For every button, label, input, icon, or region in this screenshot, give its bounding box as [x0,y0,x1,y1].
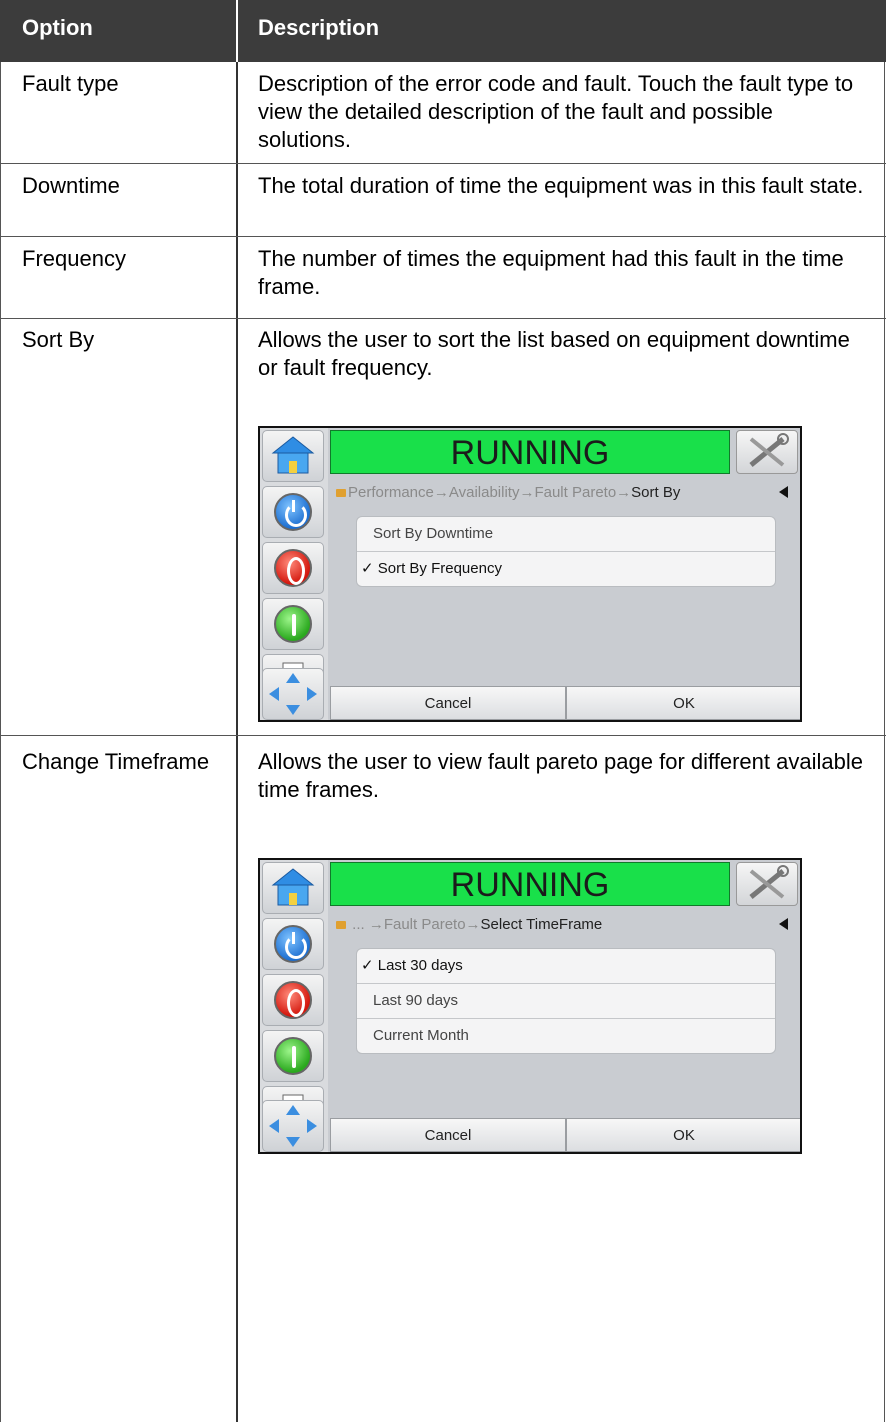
row-description-frequency: The number of times the equipment had th… [258,246,844,299]
power-icon [274,925,312,963]
row-option-change-timeframe: Change Timeframe [22,749,210,774]
lock-icon [336,921,346,930]
row-option-downtime: Downtime [22,173,120,198]
side-toolbar [260,428,328,720]
start-icon [274,1037,312,1075]
stop-button[interactable] [262,542,324,594]
row-description-fault-type: Description of the error code and fault.… [258,71,854,152]
ok-button[interactable]: OK [566,686,800,720]
home-button[interactable] [262,430,324,482]
header-option: Option [22,15,93,40]
row-description-sort-by: Allows the user to sort the list based o… [258,327,850,380]
power-button[interactable] [262,486,324,538]
stop-icon [274,549,312,587]
status-bar: RUNNING [330,430,730,474]
cancel-button[interactable]: Cancel [330,1118,566,1152]
list-item[interactable]: ✓ Sort By Frequency [357,552,775,586]
navigation-button[interactable] [262,668,324,720]
list-item[interactable]: Last 90 days [357,984,775,1019]
home-button[interactable] [262,862,324,914]
cancel-button[interactable]: Cancel [330,686,566,720]
ok-button[interactable]: OK [566,1118,800,1152]
wrench-screwdriver-icon [749,433,789,467]
navigation-arrows-icon [269,673,317,715]
start-icon [274,605,312,643]
tools-button[interactable] [736,430,798,474]
side-toolbar [260,860,328,1152]
list-item[interactable]: ✓ Last 30 days [357,949,775,984]
row-option-sort-by: Sort By [22,327,95,352]
wrench-screwdriver-icon [749,865,789,899]
start-button[interactable] [262,598,324,650]
home-icon [271,868,315,906]
breadcrumb: Performance→Availability→Fault Pareto→So… [336,484,776,501]
status-bar: RUNNING [330,862,730,906]
list-item[interactable]: Sort By Downtime [357,517,775,552]
table-header: Option Description [0,0,886,62]
home-icon [271,436,315,474]
breadcrumb: ... →Fault Pareto→Select TimeFrame [336,916,776,933]
stop-button[interactable] [262,974,324,1026]
footer-buttons: Cancel OK [330,686,800,720]
back-arrow-icon[interactable] [779,486,788,498]
navigation-button[interactable] [262,1100,324,1152]
option-list: Sort By Downtime ✓ Sort By Frequency [356,516,776,587]
option-list: ✓ Last 30 days Last 90 days Current Mont… [356,948,776,1054]
stop-icon [274,981,312,1019]
header-description: Description [258,15,380,40]
navigation-arrows-icon [269,1105,317,1147]
start-button[interactable] [262,1030,324,1082]
footer-buttons: Cancel OK [330,1118,800,1152]
lock-icon [336,489,346,498]
row-option-fault-type: Fault type [22,71,119,96]
tools-button[interactable] [736,862,798,906]
row-description-downtime: The total duration of time the equipment… [258,173,864,198]
power-button[interactable] [262,918,324,970]
back-arrow-icon[interactable] [779,918,788,930]
device-screen-timeframe: RUNNING ... →Fault Pareto→Select TimeFra… [258,858,802,1154]
row-option-frequency: Frequency [22,246,126,271]
device-screen-sort-by: RUNNING Performance→Availability→Fault P… [258,426,802,722]
row-description-change-timeframe: Allows the user to view fault pareto pag… [258,749,863,802]
power-icon [274,493,312,531]
list-item[interactable]: Current Month [357,1019,775,1053]
